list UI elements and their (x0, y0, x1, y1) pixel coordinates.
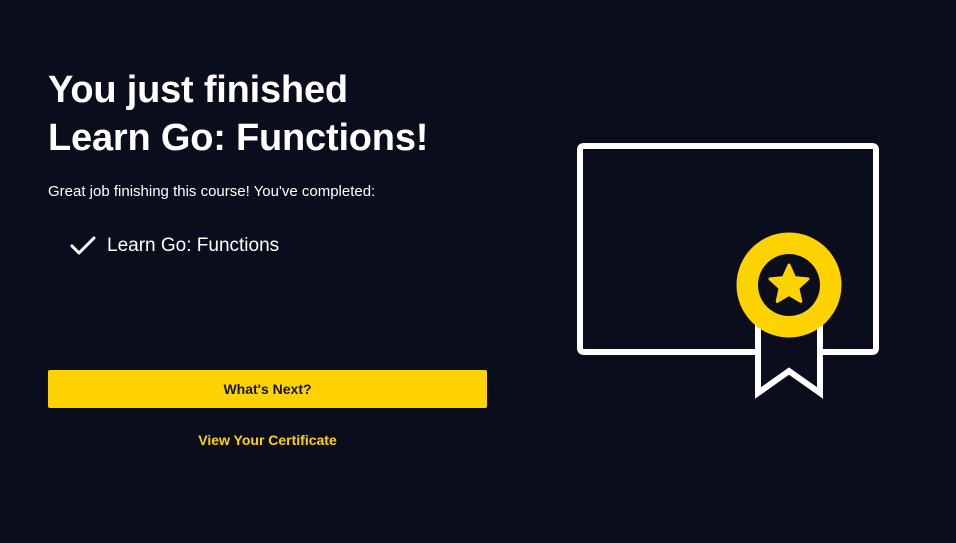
title-line-2: Learn Go: Functions! (48, 117, 429, 159)
whats-next-button[interactable]: What's Next? (48, 370, 487, 408)
list-item: Learn Go: Functions (70, 234, 279, 258)
certificate-icon (577, 143, 879, 399)
completed-course-label: Learn Go: Functions (107, 235, 280, 256)
title-line-1: You just finished (48, 69, 348, 111)
completed-courses-list: Learn Go: Functions (70, 234, 279, 258)
certificate-illustration (576, 141, 880, 403)
check-icon (70, 236, 96, 256)
completion-subtext: Great job finishing this course! You've … (48, 183, 376, 200)
completion-message: You just finished Learn Go: Functions! (48, 66, 488, 162)
view-certificate-link[interactable]: View Your Certificate (48, 430, 487, 450)
page-title: You just finished Learn Go: Functions! (48, 66, 488, 162)
